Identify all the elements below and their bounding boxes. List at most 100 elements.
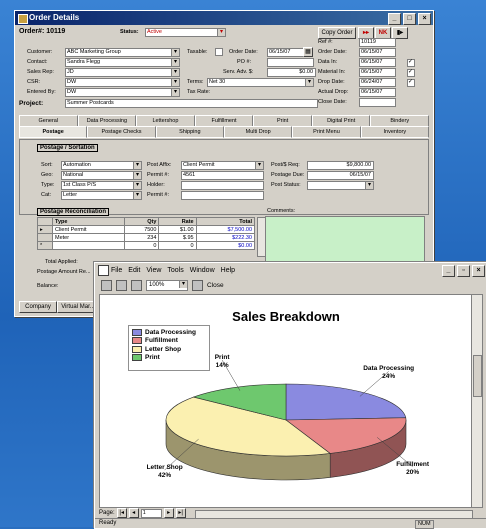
menu-file[interactable]: File	[111, 267, 122, 274]
left-field-dropdown[interactable]: Sandra Flegg	[65, 58, 180, 67]
left-field-dropdown[interactable]: ABC Marketing Group	[65, 48, 180, 57]
print-icon[interactable]	[101, 279, 112, 291]
date-field[interactable]: 06/24/07	[359, 78, 396, 87]
project-field[interactable]: Summer Postcards	[65, 99, 318, 108]
tab-shipping[interactable]: Shipping	[155, 126, 224, 138]
order-window-title: Order Details	[29, 13, 80, 22]
company-tab[interactable]: Company	[19, 301, 57, 313]
copy-order-button[interactable]: Copy Order	[318, 27, 356, 39]
date-field[interactable]: 06/15/07	[359, 88, 396, 97]
status-ready: Ready	[99, 520, 117, 526]
date-checkbox[interactable]: ✓	[407, 59, 415, 67]
date-checkbox[interactable]: ✓	[407, 69, 415, 77]
date-field[interactable]: 06/15/07	[359, 48, 396, 57]
scroll-thumb[interactable]	[473, 355, 482, 397]
doc-close-button[interactable]: ×	[472, 265, 485, 277]
cell-type[interactable]: Client Permit	[51, 225, 126, 234]
holder-label: Holder:	[147, 182, 165, 188]
tab-postage[interactable]: Postage	[19, 126, 88, 138]
cell-rate[interactable]: 0	[158, 241, 197, 250]
date-field[interactable]: 10119	[359, 38, 396, 47]
terms-dropdown[interactable]: Net 30	[207, 78, 314, 87]
post-status-dropdown[interactable]	[307, 181, 374, 190]
maximize-button[interactable]: □	[403, 13, 416, 25]
postage-field-dropdown[interactable]: Automation	[61, 161, 142, 170]
date-field-label: Data In:	[318, 59, 338, 65]
zoom-icon[interactable]	[131, 279, 142, 291]
tab-multi-drop[interactable]: Multi Drop	[223, 126, 293, 138]
left-field-dropdown[interactable]: DW	[65, 88, 180, 97]
cell-qty[interactable]: 0	[124, 241, 160, 250]
status-dropdown[interactable]: Active	[145, 28, 226, 37]
doc-restore-button[interactable]: ▫	[457, 265, 470, 277]
left-field-dropdown[interactable]: DW	[65, 78, 180, 87]
row-selector[interactable]	[37, 233, 53, 242]
last-page-button[interactable]: ▸|	[175, 508, 186, 518]
date-field[interactable]	[359, 98, 396, 107]
comments-label: Comments:	[267, 208, 296, 214]
prev-page-button[interactable]: ◂	[128, 508, 139, 518]
postage-field-dropdown[interactable]: National	[61, 171, 142, 180]
postage-due-field[interactable]: 06/15/07	[307, 171, 374, 180]
page-number-field[interactable]: 1	[140, 508, 162, 518]
table-row[interactable]: Meter 234 $.95 $222.30	[37, 233, 256, 242]
table-row[interactable]: ▸ Client Permit 7500 $1.00 $7,500.00	[37, 225, 256, 234]
menu-edit[interactable]: Edit	[128, 267, 140, 274]
cell-qty[interactable]: 7500	[124, 225, 160, 234]
date-field[interactable]: 06/15/07	[359, 58, 396, 67]
report-scrollbar[interactable]	[471, 294, 483, 508]
left-field-label: Customer:	[27, 49, 53, 55]
cell-qty[interactable]: 234	[124, 233, 160, 242]
date-checkbox[interactable]: ✓	[407, 79, 415, 87]
order-window-titlebar[interactable]: Order Details _ □ ×	[15, 11, 433, 25]
pie-label-name: Data Processing	[363, 365, 415, 373]
serv-adv-field[interactable]: $0.00	[267, 68, 316, 77]
tab-postage-checks[interactable]: Postage Checks	[87, 126, 156, 138]
close-button[interactable]: ×	[418, 13, 431, 25]
postage-field-label: Cat:	[41, 192, 52, 198]
menu-tools[interactable]: Tools	[167, 267, 183, 274]
cell-type[interactable]: Meter	[51, 233, 126, 242]
tab-print-menu[interactable]: Print Menu	[292, 126, 361, 138]
row-selector[interactable]: ▸	[37, 225, 53, 234]
postage-field-dropdown[interactable]: Letter	[61, 191, 142, 200]
po-label: PO #:	[237, 59, 252, 65]
calendar-button[interactable]: ▦	[303, 47, 313, 57]
document-icon	[98, 265, 109, 276]
export-icon[interactable]	[192, 279, 203, 291]
pie-label-value: 14%	[215, 362, 229, 370]
taxable-checkbox[interactable]	[215, 48, 223, 56]
tab-inventory[interactable]: Inventory	[360, 126, 429, 138]
order-date-field[interactable]: 06/15/07	[267, 48, 304, 57]
cell-type[interactable]	[51, 241, 126, 250]
menu-window[interactable]: Window	[190, 267, 215, 274]
close-link[interactable]: Close	[207, 282, 224, 289]
permit-field[interactable]: 4561	[181, 171, 264, 180]
minimize-button[interactable]: _	[388, 13, 401, 25]
cell-rate[interactable]: $.95	[158, 233, 197, 242]
first-page-button[interactable]: |◂	[116, 508, 127, 518]
menu-help[interactable]: Help	[221, 267, 235, 274]
order-number-label: Order#: 10119	[19, 28, 66, 35]
date-field[interactable]: 06/15/07	[359, 68, 396, 77]
postage-field-dropdown[interactable]: 1st Class P/S	[61, 181, 142, 190]
postage-req-field[interactable]: $9,800.00	[307, 161, 374, 170]
date-field-label: Ref #:	[318, 39, 333, 45]
left-field-dropdown[interactable]: JD	[65, 68, 180, 77]
po-field[interactable]	[267, 58, 314, 67]
holder-field[interactable]	[181, 181, 264, 190]
page-navigator: Page: |◂ ◂ 1 ▸ ▸|	[99, 508, 186, 518]
post-affix-dropdown[interactable]: Client Permit	[181, 161, 264, 170]
cell-rate[interactable]: $1.00	[158, 225, 197, 234]
next-page-button[interactable]: ▸	[163, 508, 174, 518]
project-label: Project:	[19, 100, 44, 107]
row-selector[interactable]: *	[37, 241, 53, 250]
left-field-label: CSR:	[27, 79, 41, 85]
table-row[interactable]: * 0 0 $0.00	[37, 241, 256, 250]
doc-minimize-button[interactable]: _	[442, 265, 455, 277]
permit2-field[interactable]	[181, 191, 264, 200]
menu-view[interactable]: View	[146, 267, 161, 274]
virtual-tab[interactable]: Virtual Mar...	[57, 301, 99, 313]
zoom-dropdown[interactable]: 100%	[146, 279, 188, 291]
page-setup-icon[interactable]	[116, 279, 127, 291]
